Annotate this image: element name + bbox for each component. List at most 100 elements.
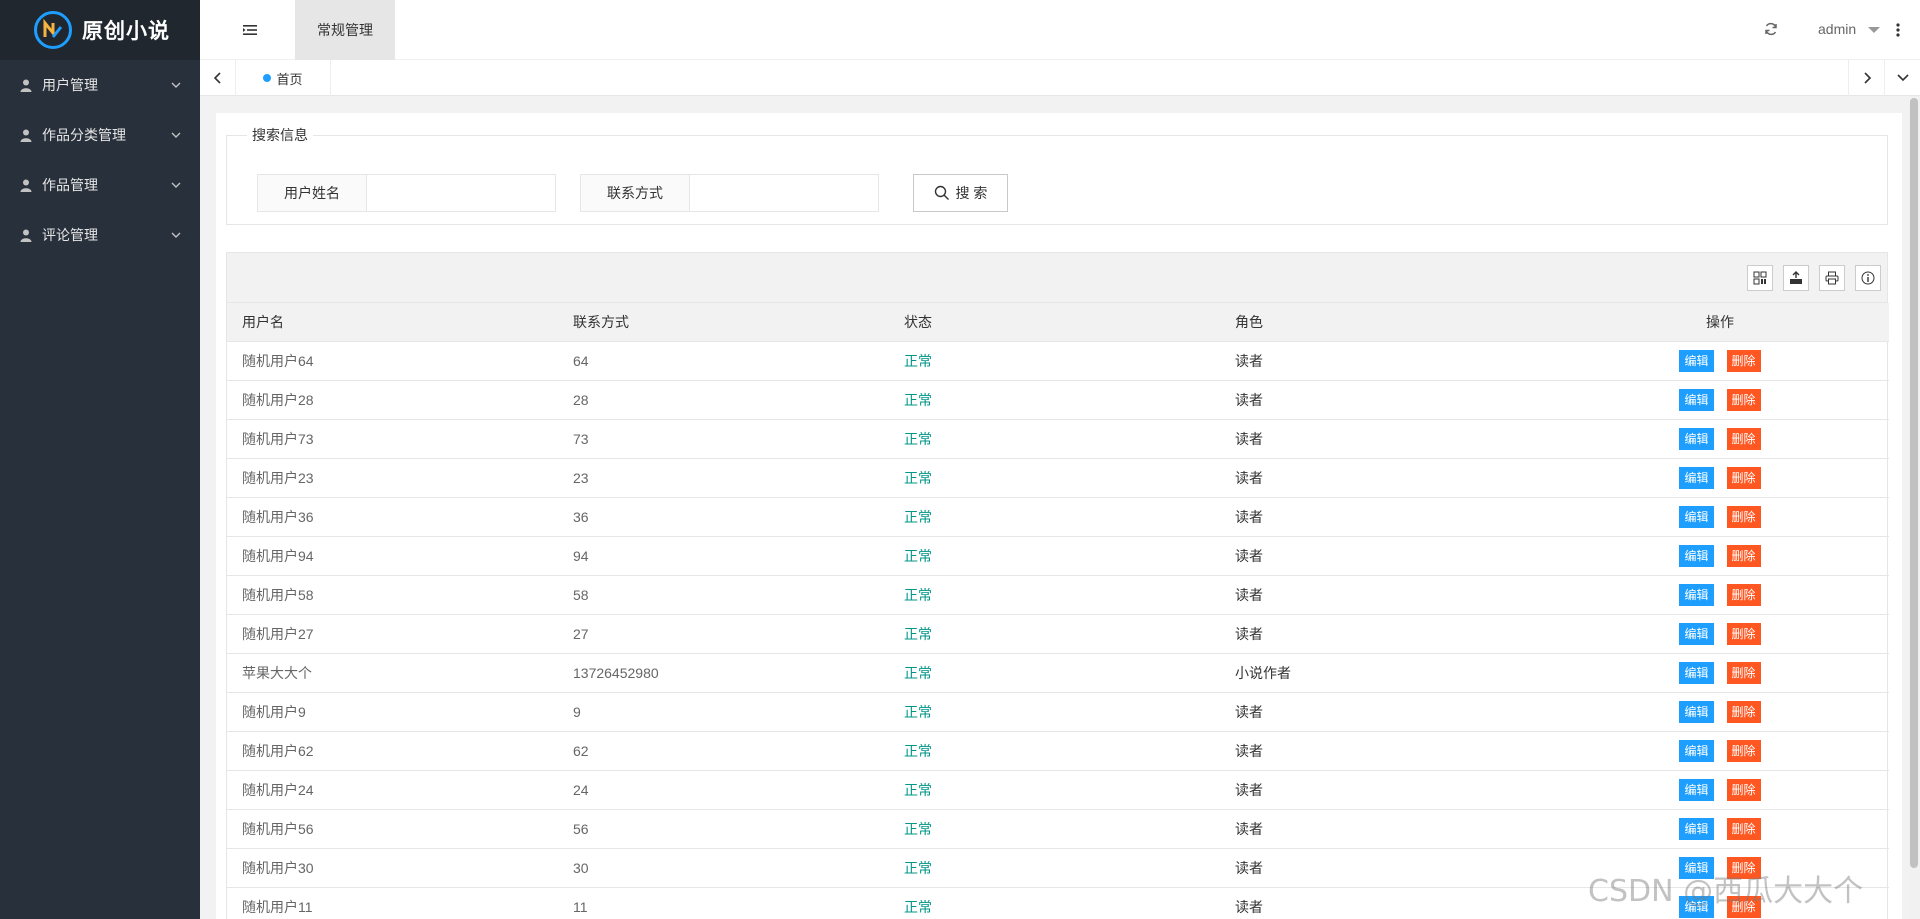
delete-button[interactable]: 删除	[1726, 739, 1761, 762]
cell-username: 随机用户9	[242, 703, 306, 720]
cell-contact: 30	[573, 859, 589, 876]
search-button[interactable]: 搜 索	[913, 174, 1008, 212]
cell-role: 读者	[1235, 586, 1263, 603]
edit-button[interactable]: 编辑	[1679, 661, 1714, 684]
edit-button[interactable]: 编辑	[1679, 466, 1714, 489]
active-dot-icon	[263, 74, 272, 82]
sidebar-item-comments[interactable]: 评论管理	[0, 210, 200, 260]
tab-general-management[interactable]: 常规管理	[295, 0, 395, 60]
cell-actions: 编辑 删除	[1551, 731, 1889, 770]
delete-button[interactable]: 删除	[1726, 427, 1761, 450]
cell-role: 读者	[1235, 391, 1263, 408]
scroll-left-button[interactable]	[200, 60, 236, 96]
print-button[interactable]	[1819, 265, 1845, 291]
cell-username: 随机用户24	[242, 781, 314, 798]
cell-role: 读者	[1235, 820, 1263, 837]
edit-button[interactable]: 编辑	[1679, 739, 1714, 762]
sidebar-item-users[interactable]: 用户管理	[0, 60, 200, 110]
delete-button[interactable]: 删除	[1726, 544, 1761, 567]
delete-button[interactable]: 删除	[1726, 817, 1761, 840]
username-label: 用户姓名	[258, 175, 367, 211]
export-icon	[1790, 271, 1802, 284]
info-button[interactable]	[1855, 265, 1881, 291]
cell-username: 随机用户62	[242, 742, 314, 759]
username-input[interactable]	[367, 175, 555, 211]
edit-button[interactable]: 编辑	[1679, 778, 1714, 801]
table-row: 随机用户24 24 正常 读者 编辑 删除	[227, 770, 1889, 809]
scroll-right-button[interactable]	[1848, 60, 1884, 96]
cell-status: 正常	[904, 898, 932, 915]
delete-button[interactable]: 删除	[1726, 778, 1761, 801]
sidebar-item-works[interactable]: 作品管理	[0, 160, 200, 210]
cell-actions: 编辑 删除	[1551, 458, 1889, 497]
edit-button[interactable]: 编辑	[1679, 700, 1714, 723]
column-header-contact[interactable]: 联系方式	[558, 303, 889, 342]
cell-contact: 58	[573, 586, 589, 603]
edit-button[interactable]: 编辑	[1679, 544, 1714, 567]
scrollbar-thumb[interactable]	[1910, 98, 1918, 868]
cell-actions: 编辑 删除	[1551, 575, 1889, 614]
edit-button[interactable]: 编辑	[1679, 388, 1714, 411]
cell-username: 随机用户36	[242, 508, 314, 525]
chevron-down-icon	[171, 232, 181, 238]
delete-button[interactable]: 删除	[1726, 622, 1761, 645]
cell-status: 正常	[904, 859, 932, 876]
export-button[interactable]	[1783, 265, 1809, 291]
cell-role: 读者	[1235, 352, 1263, 369]
contact-field: 联系方式	[580, 174, 879, 212]
delete-button[interactable]: 删除	[1726, 388, 1761, 411]
refresh-icon[interactable]	[1764, 22, 1778, 36]
column-header-role[interactable]: 角色	[1220, 303, 1551, 342]
cell-role: 读者	[1235, 859, 1263, 876]
edit-button[interactable]: 编辑	[1679, 622, 1714, 645]
cell-actions: 编辑 删除	[1551, 809, 1889, 848]
delete-button[interactable]: 删除	[1726, 583, 1761, 606]
chevron-down-icon	[171, 182, 181, 188]
columns-filter-button[interactable]	[1747, 265, 1773, 291]
cell-username: 随机用户30	[242, 859, 314, 876]
cell-status: 正常	[904, 391, 932, 408]
caret-down-icon[interactable]	[1868, 27, 1880, 33]
delete-button[interactable]: 删除	[1726, 349, 1761, 372]
tab-home[interactable]: 首页	[236, 60, 331, 96]
edit-button[interactable]: 编辑	[1679, 349, 1714, 372]
user-table: 用户名 联系方式 状态 角色 操作 随机用户64 64 正常 读者 编辑 删除 随机用户28…	[226, 252, 1889, 919]
cell-status: 正常	[904, 508, 932, 525]
edit-button[interactable]: 编辑	[1679, 505, 1714, 528]
column-header-username[interactable]: 用户名	[227, 303, 558, 342]
cell-contact: 9	[573, 703, 581, 720]
delete-button[interactable]: 删除	[1726, 466, 1761, 489]
main-card: 搜索信息 用户姓名 联系方式 搜 索 用户名 联系方式 状态 角色 操作 随机用…	[216, 113, 1902, 919]
column-header-status[interactable]: 状态	[889, 303, 1220, 342]
edit-button[interactable]: 编辑	[1679, 817, 1714, 840]
cell-contact: 24	[573, 781, 589, 798]
tab-home-label: 首页	[276, 71, 303, 87]
cell-actions: 编辑 删除	[1551, 614, 1889, 653]
info-icon	[1861, 271, 1875, 285]
tab-options-button[interactable]	[1884, 60, 1920, 96]
cell-actions: 编辑 删除	[1551, 692, 1889, 731]
username-field: 用户姓名	[257, 174, 556, 212]
cell-username: 随机用户73	[242, 430, 314, 447]
cell-contact: 56	[573, 820, 589, 837]
cell-contact: 36	[573, 508, 589, 525]
more-vertical-icon[interactable]	[1896, 22, 1900, 38]
cell-role: 读者	[1235, 625, 1263, 642]
user-menu[interactable]: admin	[1818, 21, 1856, 37]
sidebar-item-label: 作品分类管理	[42, 127, 126, 143]
edit-button[interactable]: 编辑	[1679, 583, 1714, 606]
page-scrollbar[interactable]	[1908, 96, 1920, 919]
contact-input[interactable]	[690, 175, 878, 211]
cell-contact: 62	[573, 742, 589, 759]
logo[interactable]: 原创小说	[0, 0, 200, 60]
sidebar-item-work-categories[interactable]: 作品分类管理	[0, 110, 200, 160]
delete-button[interactable]: 删除	[1726, 505, 1761, 528]
edit-button[interactable]: 编辑	[1679, 427, 1714, 450]
cell-status: 正常	[904, 430, 932, 447]
search-icon	[934, 185, 949, 200]
cell-username: 随机用户58	[242, 586, 314, 603]
csdn-watermark: CSDN @西瓜大大个	[1588, 874, 1864, 909]
delete-button[interactable]: 删除	[1726, 700, 1761, 723]
delete-button[interactable]: 删除	[1726, 661, 1761, 684]
menu-toggle-icon[interactable]	[242, 22, 258, 38]
